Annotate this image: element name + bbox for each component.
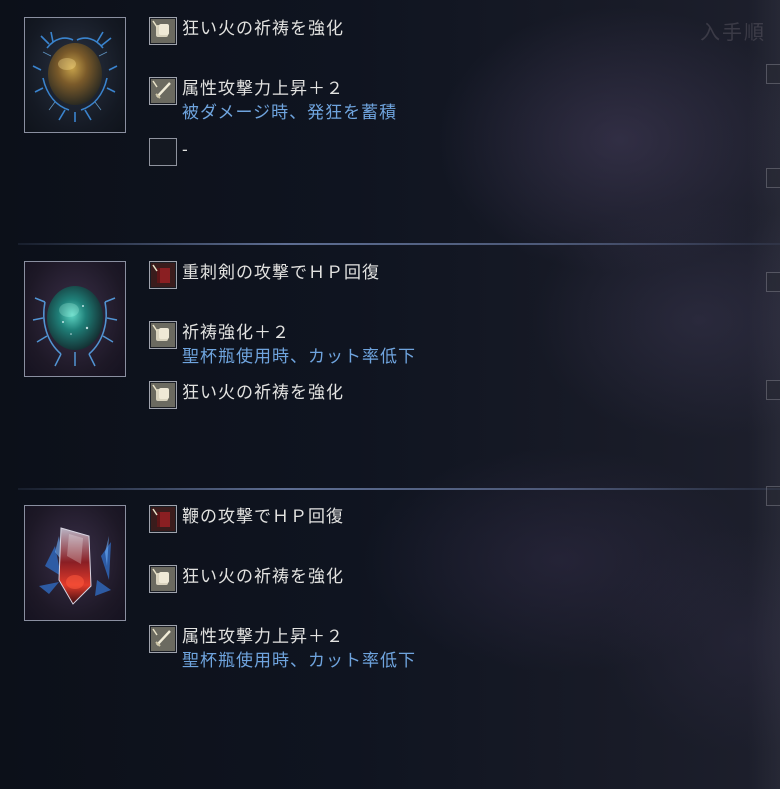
scroll-icon (149, 381, 177, 409)
sword-icon (149, 625, 177, 653)
scroll-icon (149, 565, 177, 593)
effect-condition: 聖杯瓶使用時、カット率低下 (182, 347, 416, 367)
row-divider (18, 488, 780, 490)
scroll-icon (149, 17, 177, 45)
effect-text: - (182, 140, 189, 160)
side-tab[interactable] (766, 380, 780, 400)
side-tab[interactable] (766, 272, 780, 292)
effect-text: 狂い火の祈祷を強化 (182, 19, 344, 39)
effect-condition: 被ダメージ時、発狂を蓄積 (182, 103, 398, 123)
effect-text: 祈祷強化＋２ (182, 323, 290, 343)
sort-label: 入手順 (700, 20, 766, 44)
relic-slot-1[interactable] (24, 17, 126, 133)
relic-slot-2[interactable] (24, 261, 126, 377)
empty-slot-icon (149, 138, 177, 166)
red-crystal-relic-icon (39, 527, 111, 605)
effect-condition: 聖杯瓶使用時、カット率低下 (182, 651, 416, 671)
red-tome-icon (149, 261, 177, 289)
effect-text: 重刺剣の攻撃でＨＰ回復 (182, 263, 380, 283)
effect-text: 属性攻撃力上昇＋２ (182, 627, 344, 647)
side-tab[interactable] (766, 168, 780, 188)
scroll-icon (149, 321, 177, 349)
effect-text: 狂い火の祈祷を強化 (182, 567, 344, 587)
effect-text: 属性攻撃力上昇＋２ (182, 79, 344, 99)
row-divider (18, 243, 780, 245)
red-tome-icon (149, 505, 177, 533)
green-teal-relic-icon (32, 286, 118, 367)
sword-icon (149, 77, 177, 105)
blue-gold-relic-icon (32, 31, 118, 122)
side-tab[interactable] (766, 64, 780, 84)
relic-slot-3[interactable] (24, 505, 126, 621)
effect-text: 狂い火の祈祷を強化 (182, 383, 344, 403)
effect-text: 鞭の攻撃でＨＰ回復 (182, 507, 344, 527)
